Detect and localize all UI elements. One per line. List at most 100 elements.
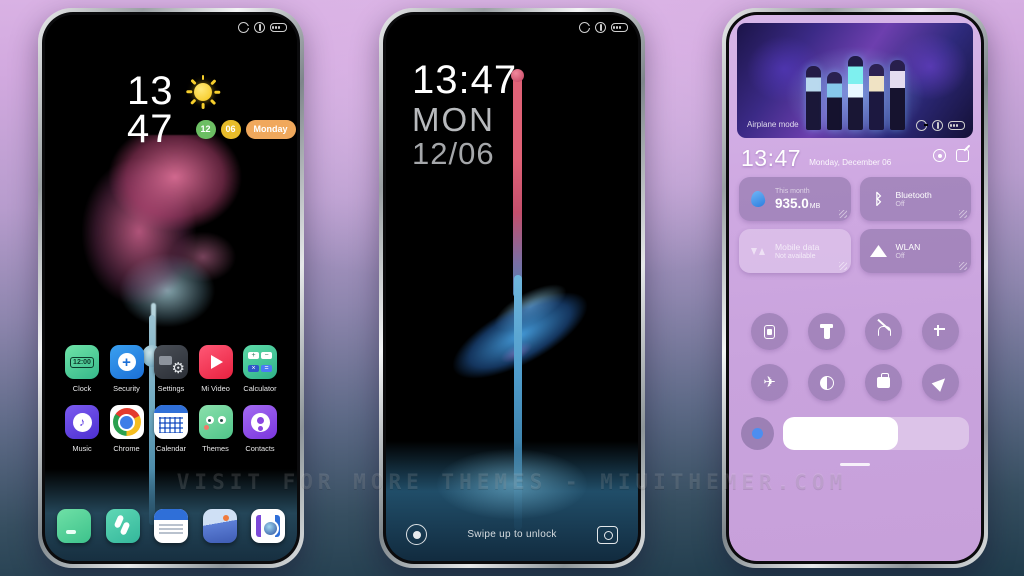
brightness-fill xyxy=(783,417,899,450)
settings-gear-icon[interactable] xyxy=(933,149,946,162)
settings-icon xyxy=(154,345,188,379)
airplane-mode-icon[interactable]: ✈ xyxy=(751,364,788,401)
lockscreen-bottom-bar: Swipe up to unlock xyxy=(386,524,638,545)
clock-minute-row: 47 12 06 Monday xyxy=(127,106,296,151)
phone-icon[interactable] xyxy=(57,509,91,543)
app-calculator[interactable]: + − × = Calculator xyxy=(239,345,281,393)
clock-hour: 13 xyxy=(127,69,174,113)
camera-icon[interactable] xyxy=(597,525,618,544)
location-icon[interactable] xyxy=(922,364,959,401)
app-label: Mi Video xyxy=(201,384,230,393)
calculator-icon: + − × = xyxy=(243,345,277,379)
phone1-screen: 13 47 12 06 Monday 12:00 Clock + Securit… xyxy=(45,15,297,561)
battery-icon xyxy=(270,23,287,32)
notification-icon xyxy=(595,22,606,33)
phone2-bezel: 13:47 MON 12/06 Swipe up to unlock xyxy=(383,12,641,564)
auto-brightness-toggle[interactable] xyxy=(741,417,774,450)
data-usage-icon xyxy=(748,189,768,209)
control-center-clock: 13:47 Monday, December 06 xyxy=(741,147,891,170)
mobile-data-icon xyxy=(748,241,768,261)
brightness-row xyxy=(741,417,969,450)
control-center-actions xyxy=(933,149,969,162)
card-wlan[interactable]: WLAN Off xyxy=(859,229,971,273)
fluid-art-pink xyxy=(63,135,263,361)
card-title: WLAN xyxy=(895,242,921,252)
phone2-screen: 13:47 MON 12/06 Swipe up to unlock xyxy=(386,15,638,561)
app-settings[interactable]: Settings xyxy=(150,345,192,393)
app-music[interactable]: Music xyxy=(61,405,103,453)
battery-icon xyxy=(948,121,965,130)
clock-weather-widget[interactable]: 13 47 12 06 Monday xyxy=(127,69,296,151)
media-artwork xyxy=(737,46,973,130)
file-manager-icon[interactable] xyxy=(154,509,188,543)
card-text: This month 935.0MB xyxy=(775,188,820,211)
gallery-icon[interactable] xyxy=(202,509,237,543)
calendar-icon xyxy=(154,405,188,439)
messages-icon[interactable] xyxy=(105,509,140,543)
app-label: Contacts xyxy=(245,444,275,453)
card-mobile-data[interactable]: Mobile data Not available xyxy=(739,229,851,273)
card-text: WLAN Off xyxy=(896,242,921,260)
notification-icon xyxy=(932,120,943,131)
signal-icon xyxy=(579,22,591,33)
lock-weekday: MON xyxy=(412,101,495,138)
card-text: Mobile data Not available xyxy=(775,242,819,260)
phone3-screen: Airplane mode 13:47 Monday, December 06 … xyxy=(729,15,981,561)
status-bar xyxy=(238,22,287,33)
app-calendar[interactable]: Calendar xyxy=(150,405,192,453)
card-title: Mobile data xyxy=(775,242,820,252)
work-mode-icon[interactable] xyxy=(865,364,902,401)
card-data-usage[interactable]: This month 935.0MB xyxy=(739,177,851,221)
badge-day-number: 12 xyxy=(195,119,216,139)
notification-icon xyxy=(254,22,265,33)
resize-corner-icon xyxy=(838,262,847,270)
app-contacts[interactable]: Contacts xyxy=(239,405,281,453)
drag-handle[interactable] xyxy=(840,463,870,466)
app-label: Music xyxy=(72,444,92,453)
flashlight-icon[interactable] xyxy=(808,313,845,350)
sun-icon xyxy=(185,74,220,109)
app-mi-video[interactable]: Mi Video xyxy=(195,345,237,393)
app-clock[interactable]: Clock xyxy=(61,345,103,393)
themes-icon xyxy=(198,405,233,439)
edit-icon[interactable] xyxy=(956,149,969,162)
phone3-bezel: Airplane mode 13:47 Monday, December 06 … xyxy=(726,12,984,564)
resize-corner-icon xyxy=(959,210,967,218)
camera-icon[interactable] xyxy=(251,509,285,543)
dark-mode-icon[interactable] xyxy=(808,364,845,401)
bluetooth-icon: ᛒ xyxy=(873,190,883,208)
clock-icon xyxy=(65,345,99,379)
silent-mode-icon[interactable] xyxy=(865,313,902,350)
card-title: This month xyxy=(775,187,810,195)
phone-home-screen: 13 47 12 06 Monday 12:00 Clock + Securit… xyxy=(38,8,304,568)
rotation-lock-icon[interactable] xyxy=(751,313,788,350)
app-chrome[interactable]: Chrome xyxy=(106,405,148,453)
brightness-slider[interactable] xyxy=(783,417,969,450)
clock-minute: 47 xyxy=(127,106,174,151)
clock-hour-row: 13 xyxy=(127,69,296,113)
music-icon xyxy=(65,405,99,439)
card-value: 935.0MB xyxy=(775,195,821,211)
contacts-icon xyxy=(243,405,277,439)
date-badges: 12 06 Monday xyxy=(195,119,296,139)
dock xyxy=(57,509,285,543)
app-themes[interactable]: Themes xyxy=(195,405,237,453)
media-preview-card[interactable]: Airplane mode xyxy=(737,23,973,138)
lock-date: 12/06 xyxy=(412,135,495,171)
card-subtitle: Not available xyxy=(775,253,816,260)
screenshot-icon[interactable] xyxy=(922,313,959,350)
card-title: Bluetooth xyxy=(895,190,932,200)
security-icon xyxy=(109,345,144,379)
video-icon xyxy=(198,345,233,379)
app-security[interactable]: Security xyxy=(106,345,148,393)
toggle-grid: ✈ xyxy=(741,313,969,401)
signal-icon xyxy=(238,22,250,33)
chrome-icon xyxy=(109,405,144,439)
flashlight-icon[interactable] xyxy=(406,524,427,545)
app-label: Chrome xyxy=(113,444,140,453)
resize-corner-icon xyxy=(959,262,967,270)
phone-lock-screen: 13:47 MON 12/06 Swipe up to unlock xyxy=(379,8,645,568)
signal-icon xyxy=(916,120,928,131)
card-bluetooth[interactable]: ᛒ Bluetooth Off xyxy=(859,177,971,221)
status-bar xyxy=(916,120,965,131)
